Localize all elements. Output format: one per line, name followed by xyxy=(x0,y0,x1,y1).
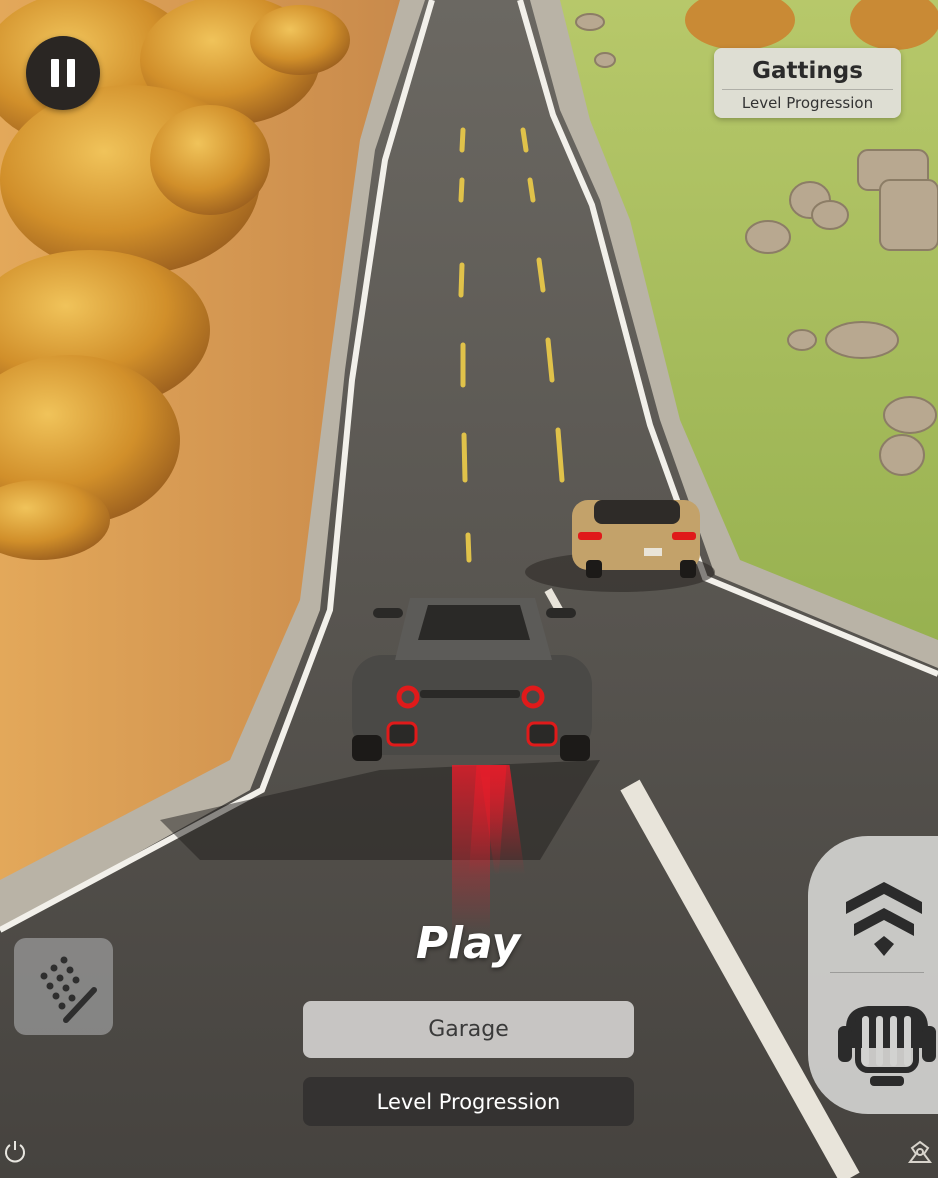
control-divider xyxy=(830,972,924,973)
dpad-icon xyxy=(40,956,97,1023)
pause-button[interactable] xyxy=(26,36,100,110)
settings-divider xyxy=(722,89,893,90)
brake-icon xyxy=(838,1006,936,1086)
boost-chevron-icon xyxy=(846,882,922,956)
boost-button[interactable] xyxy=(818,852,938,964)
decorative-corner-icon xyxy=(908,1140,932,1163)
settings-title: Gattings xyxy=(752,58,863,84)
power-icon[interactable] xyxy=(2,1138,28,1164)
settings-panel[interactable]: Gattings Level Progression xyxy=(714,48,901,118)
level-progression-button[interactable]: Level Progression xyxy=(303,1077,634,1126)
garage-button[interactable]: Garage xyxy=(303,1001,634,1058)
settings-subtitle: Level Progression xyxy=(741,94,874,112)
brake-button[interactable] xyxy=(818,986,938,1106)
control-pad xyxy=(808,836,938,1114)
pause-icon xyxy=(51,59,59,87)
pause-icon-bar xyxy=(67,59,75,87)
play-button[interactable]: Play xyxy=(368,918,568,969)
dpad-button[interactable] xyxy=(14,938,113,1035)
